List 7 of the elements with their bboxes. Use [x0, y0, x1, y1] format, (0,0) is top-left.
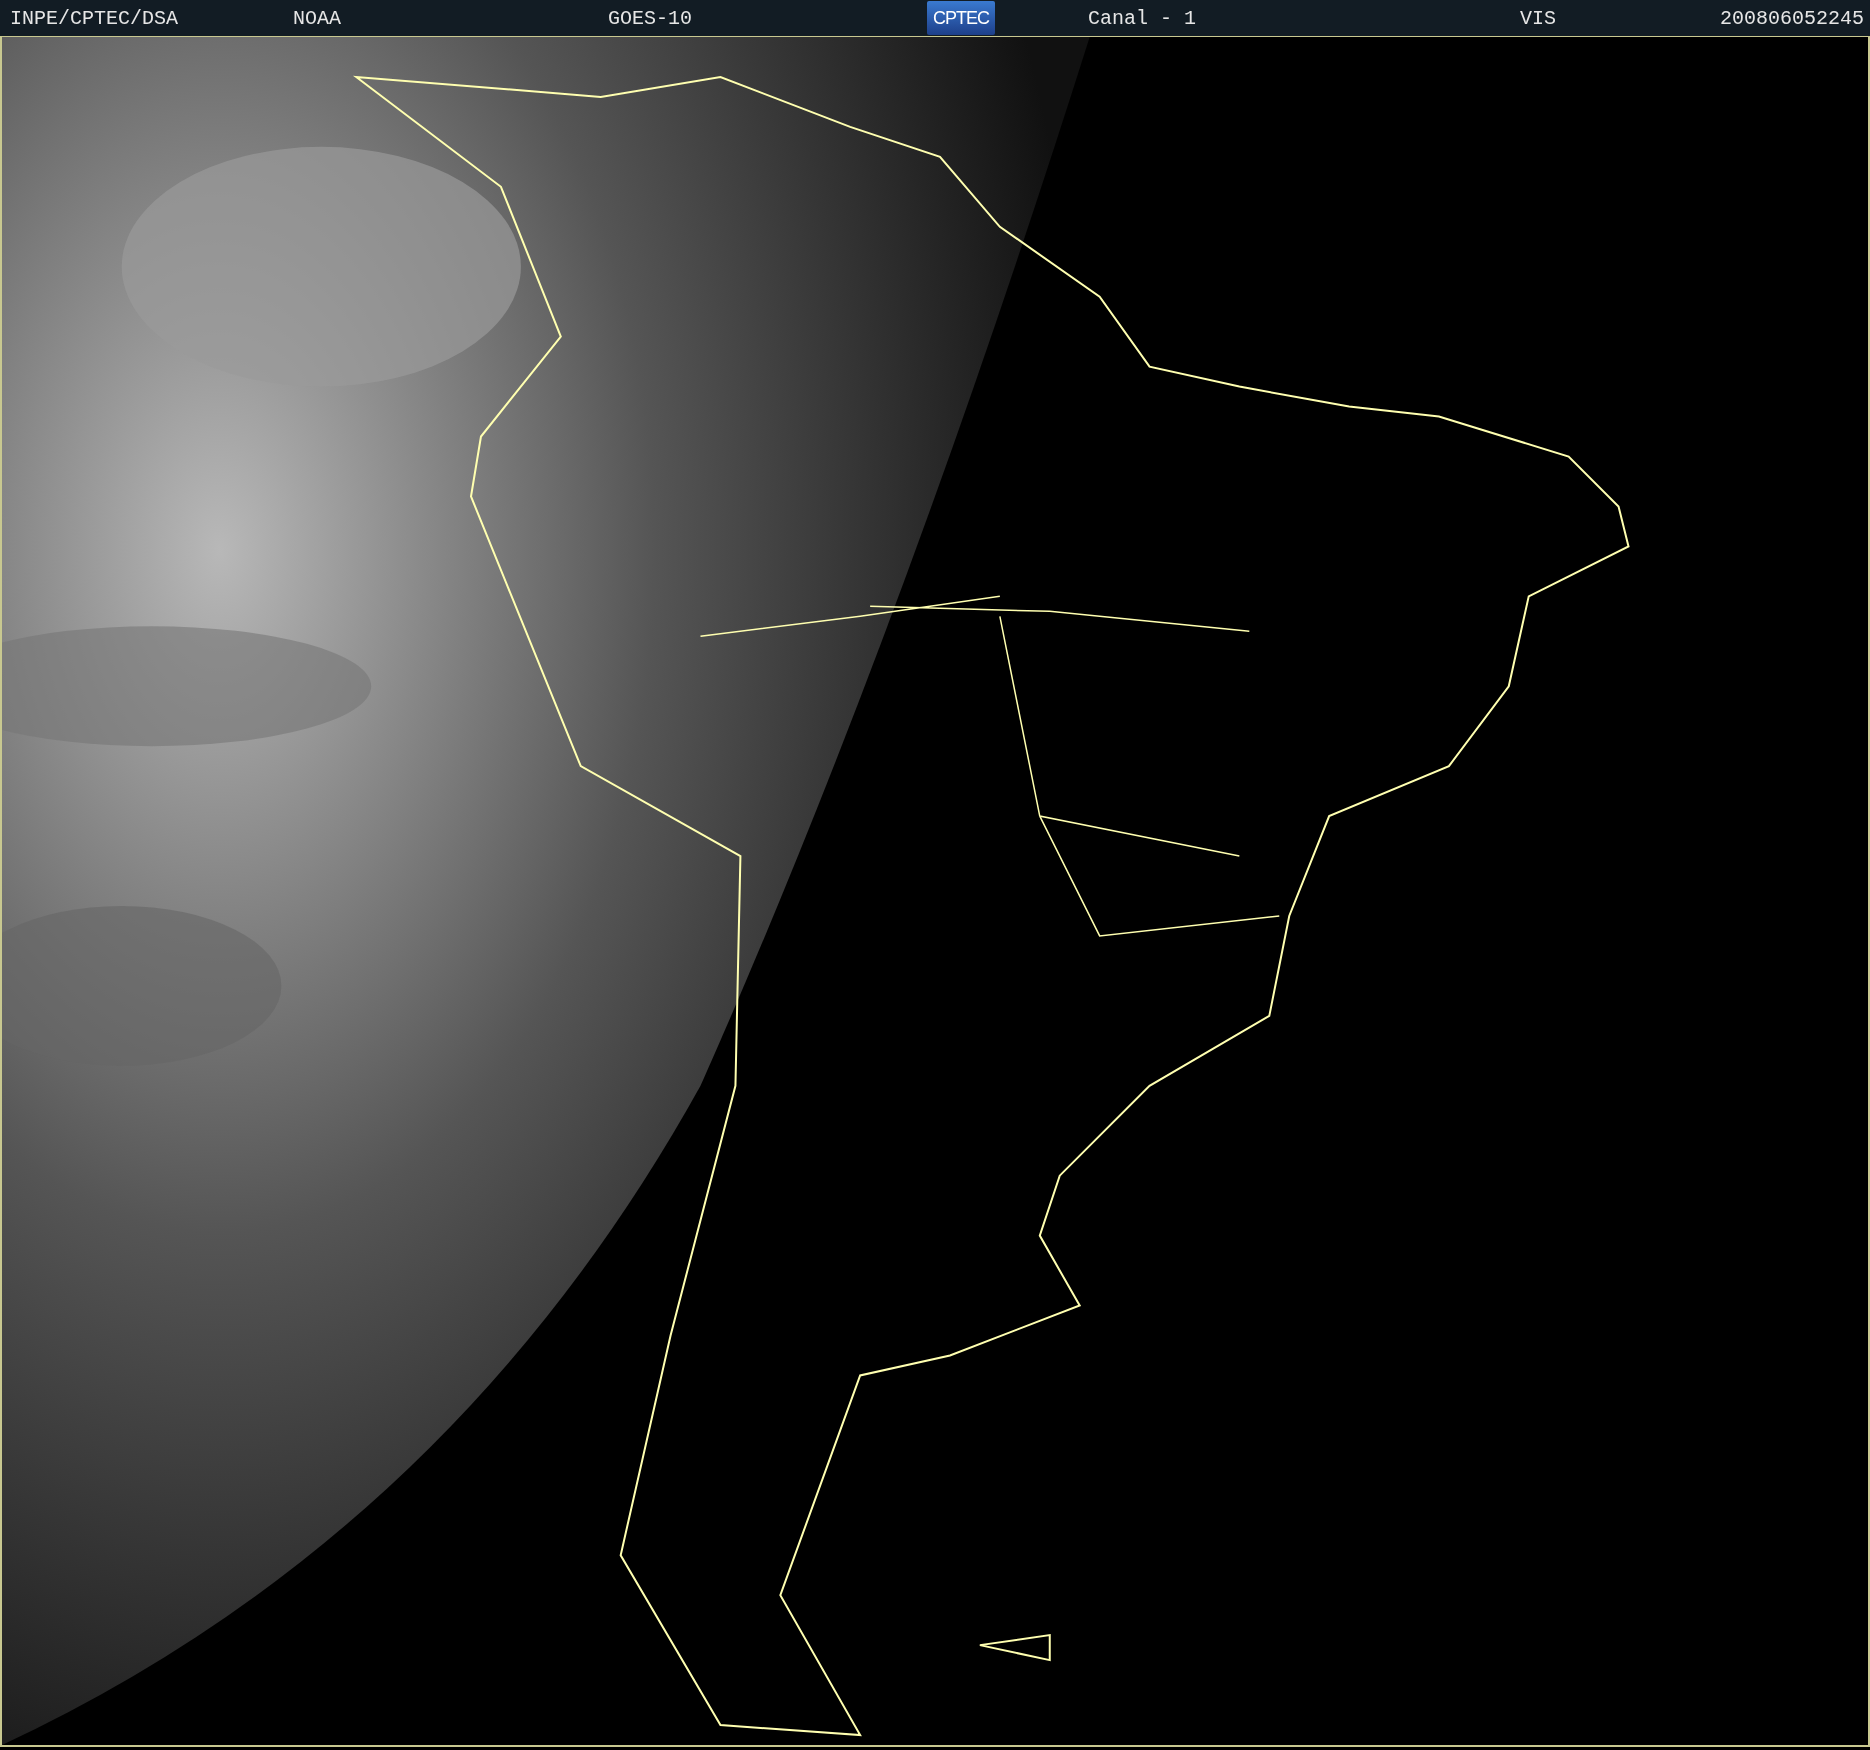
header-label: GOES-10	[608, 6, 692, 30]
header-label: 200806052245	[1719, 6, 1864, 30]
header-label: Canal - 1	[1088, 6, 1197, 30]
logo: CPTEC	[927, 1, 995, 35]
header-label: NOAA	[293, 6, 341, 30]
header-label: VIS	[1520, 6, 1556, 30]
header-label: INPE/CPTEC/DSA	[10, 6, 179, 30]
